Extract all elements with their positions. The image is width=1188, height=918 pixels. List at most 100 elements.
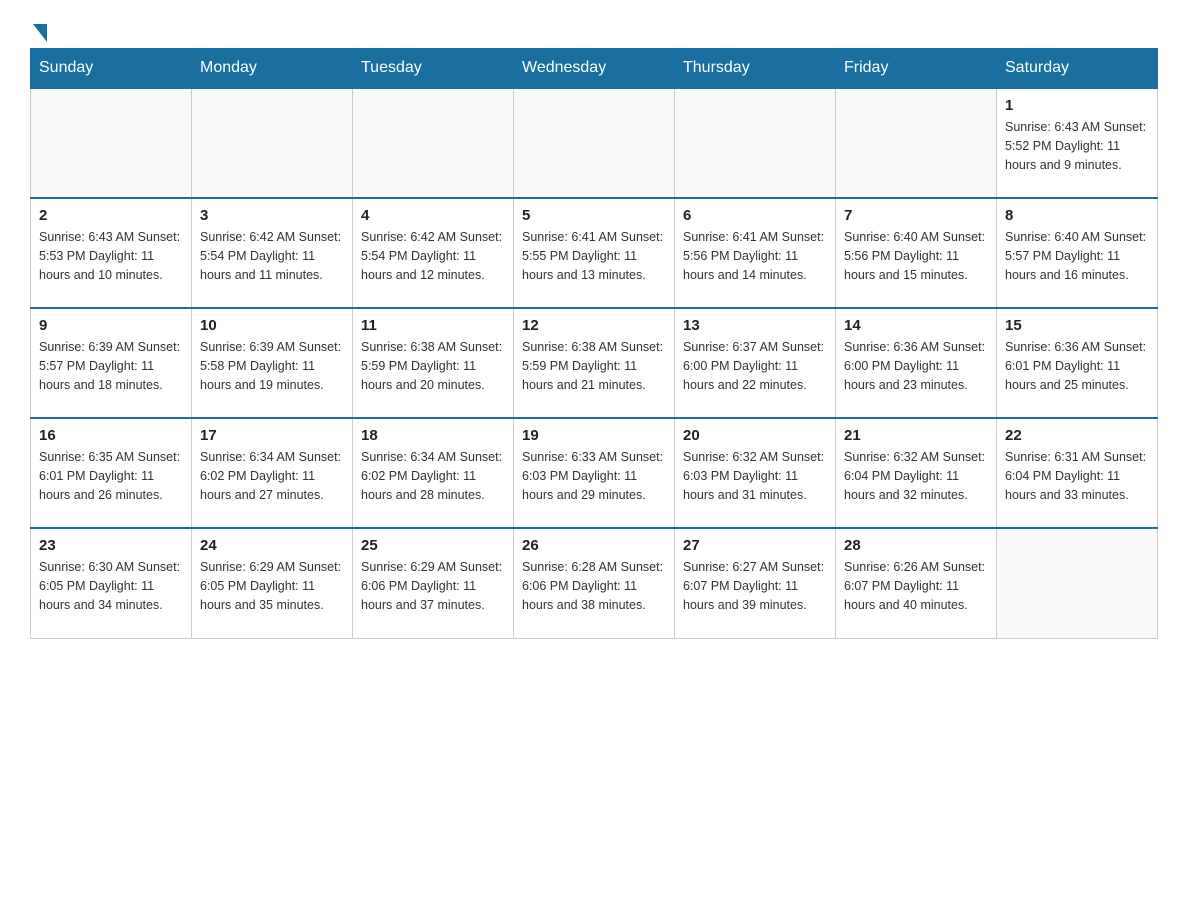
calendar-cell: 26 Sunrise: 6:28 AM Sunset: 6:06 PM Dayli… [514, 528, 675, 638]
logo-arrow-icon [33, 24, 47, 42]
day-info: Sunrise: 6:40 AM Sunset: 5:57 PM Dayligh… [1005, 228, 1149, 284]
day-number: 2 [39, 207, 183, 224]
calendar-cell: 20 Sunrise: 6:32 AM Sunset: 6:03 PM Dayli… [675, 418, 836, 528]
calendar-cell: 22 Sunrise: 6:31 AM Sunset: 6:04 PM Dayli… [997, 418, 1158, 528]
calendar-cell: 7 Sunrise: 6:40 AM Sunset: 5:56 PM Daylig… [836, 198, 997, 308]
calendar-cell: 18 Sunrise: 6:34 AM Sunset: 6:02 PM Dayli… [353, 418, 514, 528]
day-number: 19 [522, 427, 666, 444]
calendar-cell: 19 Sunrise: 6:33 AM Sunset: 6:03 PM Dayli… [514, 418, 675, 528]
calendar-cell: 2 Sunrise: 6:43 AM Sunset: 5:53 PM Daylig… [31, 198, 192, 308]
calendar-cell [997, 528, 1158, 638]
day-info: Sunrise: 6:34 AM Sunset: 6:02 PM Dayligh… [200, 448, 344, 504]
calendar-cell: 10Sunrise: 6:39 AM Sunset: 5:58 PM Dayli… [192, 308, 353, 418]
column-header-monday: Monday [192, 49, 353, 89]
calendar-cell [353, 88, 514, 198]
day-info: Sunrise: 6:36 AM Sunset: 6:01 PM Dayligh… [1005, 338, 1149, 394]
calendar-cell: 12 Sunrise: 6:38 AM Sunset: 5:59 PM Dayli… [514, 308, 675, 418]
day-info: Sunrise: 6:30 AM Sunset: 6:05 PM Dayligh… [39, 558, 183, 614]
day-number: 27 [683, 537, 827, 554]
day-info: Sunrise: 6:28 AM Sunset: 6:06 PM Dayligh… [522, 558, 666, 614]
column-header-sunday: Sunday [31, 49, 192, 89]
day-number: 13 [683, 317, 827, 334]
day-number: 18 [361, 427, 505, 444]
calendar-week-2: 2 Sunrise: 6:43 AM Sunset: 5:53 PM Daylig… [31, 198, 1158, 308]
day-number: 20 [683, 427, 827, 444]
column-header-friday: Friday [836, 49, 997, 89]
day-info: Sunrise: 6:41 AM Sunset: 5:55 PM Dayligh… [522, 228, 666, 284]
day-info: Sunrise: 6:41 AM Sunset: 5:56 PM Dayligh… [683, 228, 827, 284]
calendar-cell: 27 Sunrise: 6:27 AM Sunset: 6:07 PM Dayli… [675, 528, 836, 638]
calendar-cell: 13 Sunrise: 6:37 AM Sunset: 6:00 PM Dayli… [675, 308, 836, 418]
calendar-cell: 8 Sunrise: 6:40 AM Sunset: 5:57 PM Daylig… [997, 198, 1158, 308]
calendar-table: SundayMondayTuesdayWednesdayThursdayFrid… [30, 48, 1158, 639]
day-number: 6 [683, 207, 827, 224]
calendar-cell: 1 Sunrise: 6:43 AM Sunset: 5:52 PM Daylig… [997, 88, 1158, 198]
day-info: Sunrise: 6:43 AM Sunset: 5:53 PM Dayligh… [39, 228, 183, 284]
column-header-thursday: Thursday [675, 49, 836, 89]
column-header-saturday: Saturday [997, 49, 1158, 89]
day-number: 24 [200, 537, 344, 554]
day-number: 9 [39, 317, 183, 334]
calendar-cell: 14 Sunrise: 6:36 AM Sunset: 6:00 PM Dayli… [836, 308, 997, 418]
calendar-week-4: 16Sunrise: 6:35 AM Sunset: 6:01 PM Dayli… [31, 418, 1158, 528]
calendar-cell [192, 88, 353, 198]
calendar-cell: 23 Sunrise: 6:30 AM Sunset: 6:05 PM Dayli… [31, 528, 192, 638]
day-number: 28 [844, 537, 988, 554]
day-number: 25 [361, 537, 505, 554]
day-number: 4 [361, 207, 505, 224]
calendar-week-3: 9 Sunrise: 6:39 AM Sunset: 5:57 PM Daylig… [31, 308, 1158, 418]
day-number: 10 [200, 317, 344, 334]
day-number: 14 [844, 317, 988, 334]
calendar-cell: 5 Sunrise: 6:41 AM Sunset: 5:55 PM Daylig… [514, 198, 675, 308]
calendar-cell: 17 Sunrise: 6:34 AM Sunset: 6:02 PM Dayli… [192, 418, 353, 528]
calendar-header-row: SundayMondayTuesdayWednesdayThursdayFrid… [31, 49, 1158, 89]
day-number: 8 [1005, 207, 1149, 224]
day-info: Sunrise: 6:37 AM Sunset: 6:00 PM Dayligh… [683, 338, 827, 394]
day-info: Sunrise: 6:40 AM Sunset: 5:56 PM Dayligh… [844, 228, 988, 284]
day-info: Sunrise: 6:36 AM Sunset: 6:00 PM Dayligh… [844, 338, 988, 394]
day-number: 17 [200, 427, 344, 444]
day-number: 11 [361, 317, 505, 334]
calendar-cell: 9 Sunrise: 6:39 AM Sunset: 5:57 PM Daylig… [31, 308, 192, 418]
day-info: Sunrise: 6:38 AM Sunset: 5:59 PM Dayligh… [522, 338, 666, 394]
day-number: 21 [844, 427, 988, 444]
calendar-cell: 24 Sunrise: 6:29 AM Sunset: 6:05 PM Dayli… [192, 528, 353, 638]
calendar-cell: 25Sunrise: 6:29 AM Sunset: 6:06 PM Dayli… [353, 528, 514, 638]
day-info: Sunrise: 6:32 AM Sunset: 6:03 PM Dayligh… [683, 448, 827, 504]
day-info: Sunrise: 6:43 AM Sunset: 5:52 PM Dayligh… [1005, 118, 1149, 174]
calendar-cell [836, 88, 997, 198]
calendar-cell: 11 Sunrise: 6:38 AM Sunset: 5:59 PM Dayli… [353, 308, 514, 418]
calendar-cell: 6 Sunrise: 6:41 AM Sunset: 5:56 PM Daylig… [675, 198, 836, 308]
calendar-cell: 21 Sunrise: 6:32 AM Sunset: 6:04 PM Dayli… [836, 418, 997, 528]
logo [30, 20, 47, 38]
calendar-week-5: 23 Sunrise: 6:30 AM Sunset: 6:05 PM Dayli… [31, 528, 1158, 638]
calendar-cell [514, 88, 675, 198]
day-info: Sunrise: 6:33 AM Sunset: 6:03 PM Dayligh… [522, 448, 666, 504]
calendar-cell [675, 88, 836, 198]
calendar-cell [31, 88, 192, 198]
day-number: 26 [522, 537, 666, 554]
day-info: Sunrise: 6:32 AM Sunset: 6:04 PM Dayligh… [844, 448, 988, 504]
day-number: 3 [200, 207, 344, 224]
calendar-week-1: 1 Sunrise: 6:43 AM Sunset: 5:52 PM Daylig… [31, 88, 1158, 198]
day-number: 5 [522, 207, 666, 224]
day-info: Sunrise: 6:27 AM Sunset: 6:07 PM Dayligh… [683, 558, 827, 614]
calendar-cell: 16Sunrise: 6:35 AM Sunset: 6:01 PM Dayli… [31, 418, 192, 528]
calendar-cell: 28 Sunrise: 6:26 AM Sunset: 6:07 PM Dayli… [836, 528, 997, 638]
day-number: 1 [1005, 97, 1149, 114]
day-number: 22 [1005, 427, 1149, 444]
page-header [30, 20, 1158, 38]
day-info: Sunrise: 6:26 AM Sunset: 6:07 PM Dayligh… [844, 558, 988, 614]
day-info: Sunrise: 6:34 AM Sunset: 6:02 PM Dayligh… [361, 448, 505, 504]
day-number: 7 [844, 207, 988, 224]
day-info: Sunrise: 6:39 AM Sunset: 5:57 PM Dayligh… [39, 338, 183, 394]
calendar-cell: 15 Sunrise: 6:36 AM Sunset: 6:01 PM Dayli… [997, 308, 1158, 418]
day-number: 12 [522, 317, 666, 334]
day-number: 15 [1005, 317, 1149, 334]
day-info: Sunrise: 6:31 AM Sunset: 6:04 PM Dayligh… [1005, 448, 1149, 504]
column-header-tuesday: Tuesday [353, 49, 514, 89]
day-info: Sunrise: 6:29 AM Sunset: 6:05 PM Dayligh… [200, 558, 344, 614]
day-info: Sunrise: 6:38 AM Sunset: 5:59 PM Dayligh… [361, 338, 505, 394]
day-number: 23 [39, 537, 183, 554]
day-info: Sunrise: 6:42 AM Sunset: 5:54 PM Dayligh… [361, 228, 505, 284]
